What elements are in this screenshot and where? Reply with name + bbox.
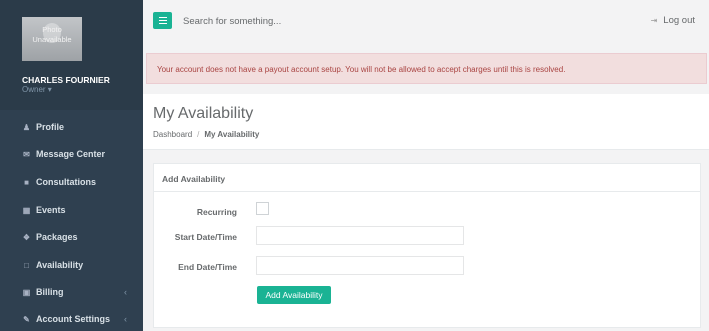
sidebar: Photo Unavailable CHARLES FOURNIER Owner… [0,0,143,331]
add-availability-button[interactable]: Add Availability [257,286,331,304]
breadcrumb: Dashboard / My Availability [153,130,709,139]
bars-icon [158,19,167,22]
sidebar-item-availability[interactable]: □ Availability [0,252,143,278]
recurring-checkbox[interactable] [256,202,269,215]
cubes-icon: ❖ [22,232,31,242]
page-heading: My Availability Dashboard / My Availabilit… [143,94,709,150]
avatar[interactable]: Photo Unavailable [22,17,82,61]
sidebar-item-billing[interactable]: ▣ Billing ‹ [0,279,143,305]
profile-block: Photo Unavailable CHARLES FOURNIER Owner… [0,0,143,110]
payout-alert: Your account does not have a payout acco… [146,53,707,84]
avatar-text-line-2: Unavailable [32,35,72,44]
add-availability-panel: Add Availability Recurring Start Date/Ti… [153,163,701,328]
user-name: CHARLES FOURNIER [22,75,110,85]
breadcrumb-current: My Availability [204,130,260,139]
sidebar-item-label: Consultations [36,177,96,187]
sidebar-item-profile[interactable]: ♟ Profile [0,114,143,140]
start-datetime-label: Start Date/Time [174,232,237,242]
sidebar-item-consultations[interactable]: ■ Consultations [0,169,143,195]
sidebar-item-message-center[interactable]: ✉ Message Center [0,141,143,167]
end-datetime-label: End Date/Time [178,262,237,272]
breadcrumb-separator: / [197,130,200,139]
envelope-icon: ✉ [23,149,30,159]
end-datetime-input[interactable] [256,256,464,275]
page-title: My Availability [153,105,254,122]
panel-title: Add Availability [154,164,700,192]
breadcrumb-dashboard[interactable]: Dashboard [153,130,192,139]
sidebar-item-label: Packages [36,232,78,242]
edit-icon: ✎ [23,314,30,324]
avatar-text-line-1: Photo [42,25,62,34]
search-input[interactable] [183,13,483,29]
recurring-label: Recurring [196,207,237,217]
start-datetime-input[interactable] [256,226,464,245]
logout-label: Log out [663,15,695,26]
sidebar-item-label: Profile [36,122,65,132]
calendar-empty-icon: □ [24,260,29,270]
top-navbar: ⇥ Log out [143,0,709,40]
chevron-left-icon: ‹ [124,287,127,297]
user-role-dropdown[interactable]: Owner ▾ [22,85,52,94]
sign-out-icon: ⇥ [650,16,658,25]
sidebar-item-account-settings[interactable]: ✎ Account Settings ‹ [0,306,143,331]
book-icon: ■ [24,177,29,187]
sidebar-item-events[interactable]: ▦ Events [0,197,143,223]
logout-link[interactable]: ⇥ Log out [651,15,695,26]
menu-toggle-button[interactable] [153,12,172,29]
sidebar-item-label: Availability [36,260,84,270]
calendar-icon: ▦ [22,205,31,215]
sidebar-item-packages[interactable]: ❖ Packages [0,224,143,250]
sidebar-item-label: Events [36,205,66,215]
sidebar-item-label: Billing [36,287,64,297]
sidebar-item-label: Account Settings [36,314,111,324]
chevron-left-icon: ‹ [124,314,127,324]
sidebar-item-label: Message Center [36,149,106,159]
money-icon: ▣ [22,287,31,297]
user-icon: ♟ [22,122,31,132]
